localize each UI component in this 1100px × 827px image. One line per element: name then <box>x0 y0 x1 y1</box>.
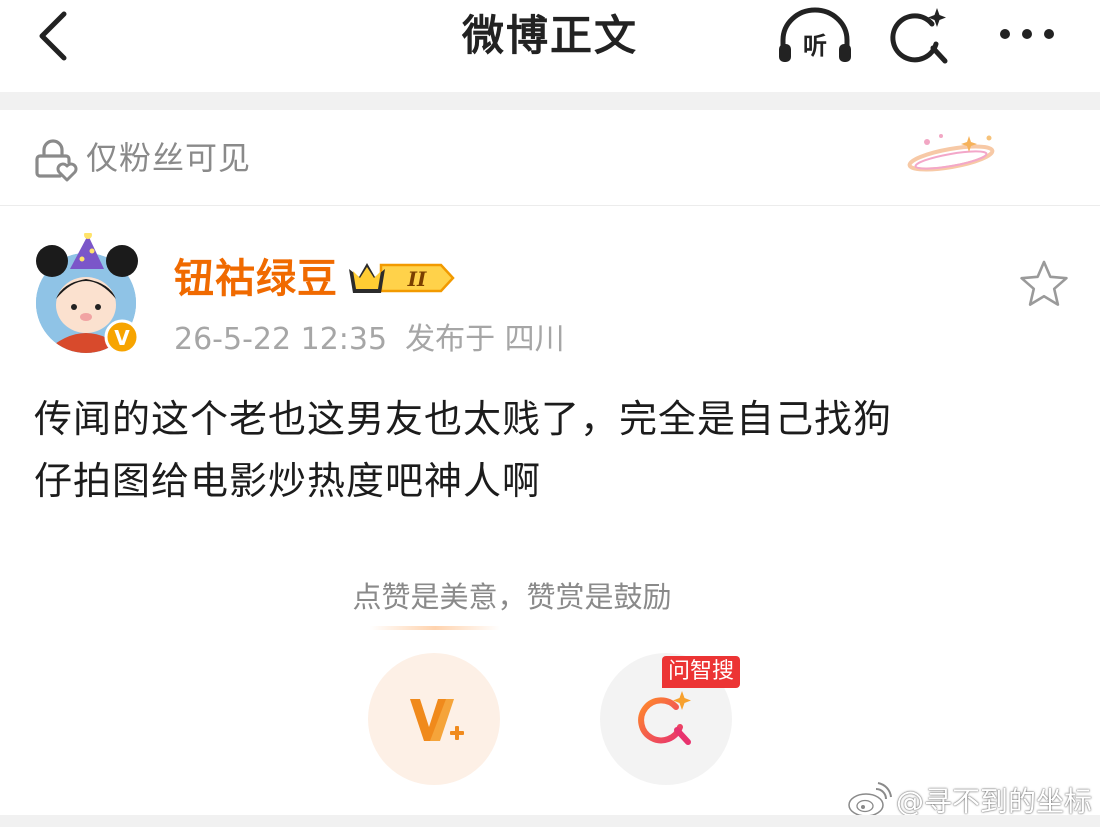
avatar[interactable]: V <box>30 231 146 355</box>
listen-label: 听 <box>803 32 827 60</box>
tip-underline <box>370 626 500 630</box>
listen-button[interactable]: 听 <box>775 6 855 66</box>
vip-badge[interactable]: II <box>345 255 457 301</box>
reward-tip: 点赞是美意，赞赏是鼓励 <box>352 580 672 614</box>
visibility-label: 仅粉丝可见 <box>86 139 252 177</box>
more-icon[interactable] <box>995 16 1059 52</box>
v-plus-icon <box>410 699 464 741</box>
section-divider <box>0 92 1100 110</box>
top-nav-bar: 微博正文 听 <box>0 0 1100 92</box>
watermark-text: @寻不到的坐标 <box>896 785 1093 818</box>
post-meta: 26-5-22 12:35 发布于 四川 <box>174 318 583 362</box>
reward-button[interactable] <box>368 653 500 785</box>
sparkle-decoration-icon <box>905 122 1001 186</box>
search-icon[interactable] <box>888 4 954 66</box>
visibility-banner: 仅粉丝可见 <box>0 110 1100 206</box>
author-name[interactable]: 钮祜绿豆 <box>174 252 338 306</box>
post-body: 传闻的这个老也这男友也太贱了，完全是自己找狗 仔拍图给电影炒热度吧神人啊 <box>34 388 1074 512</box>
post-body-line: 仔拍图给电影炒热度吧神人啊 <box>34 459 542 503</box>
post-body-line: 传闻的这个老也这男友也太贱了，完全是自己找狗 <box>34 397 893 441</box>
watermark: @寻不到的坐标 <box>846 780 1092 820</box>
star-icon[interactable] <box>1016 256 1072 312</box>
post-time: 26-5-22 12:35 <box>174 322 388 357</box>
weibo-logo-icon <box>848 782 892 817</box>
lock-heart-icon <box>34 138 78 182</box>
svg-text:V: V <box>114 326 130 350</box>
post-location: 发布于 四川 <box>405 322 565 357</box>
ask-search-badge: 问智搜 <box>662 656 741 688</box>
bottom-divider <box>0 815 1100 827</box>
vip-level: II <box>407 267 427 291</box>
